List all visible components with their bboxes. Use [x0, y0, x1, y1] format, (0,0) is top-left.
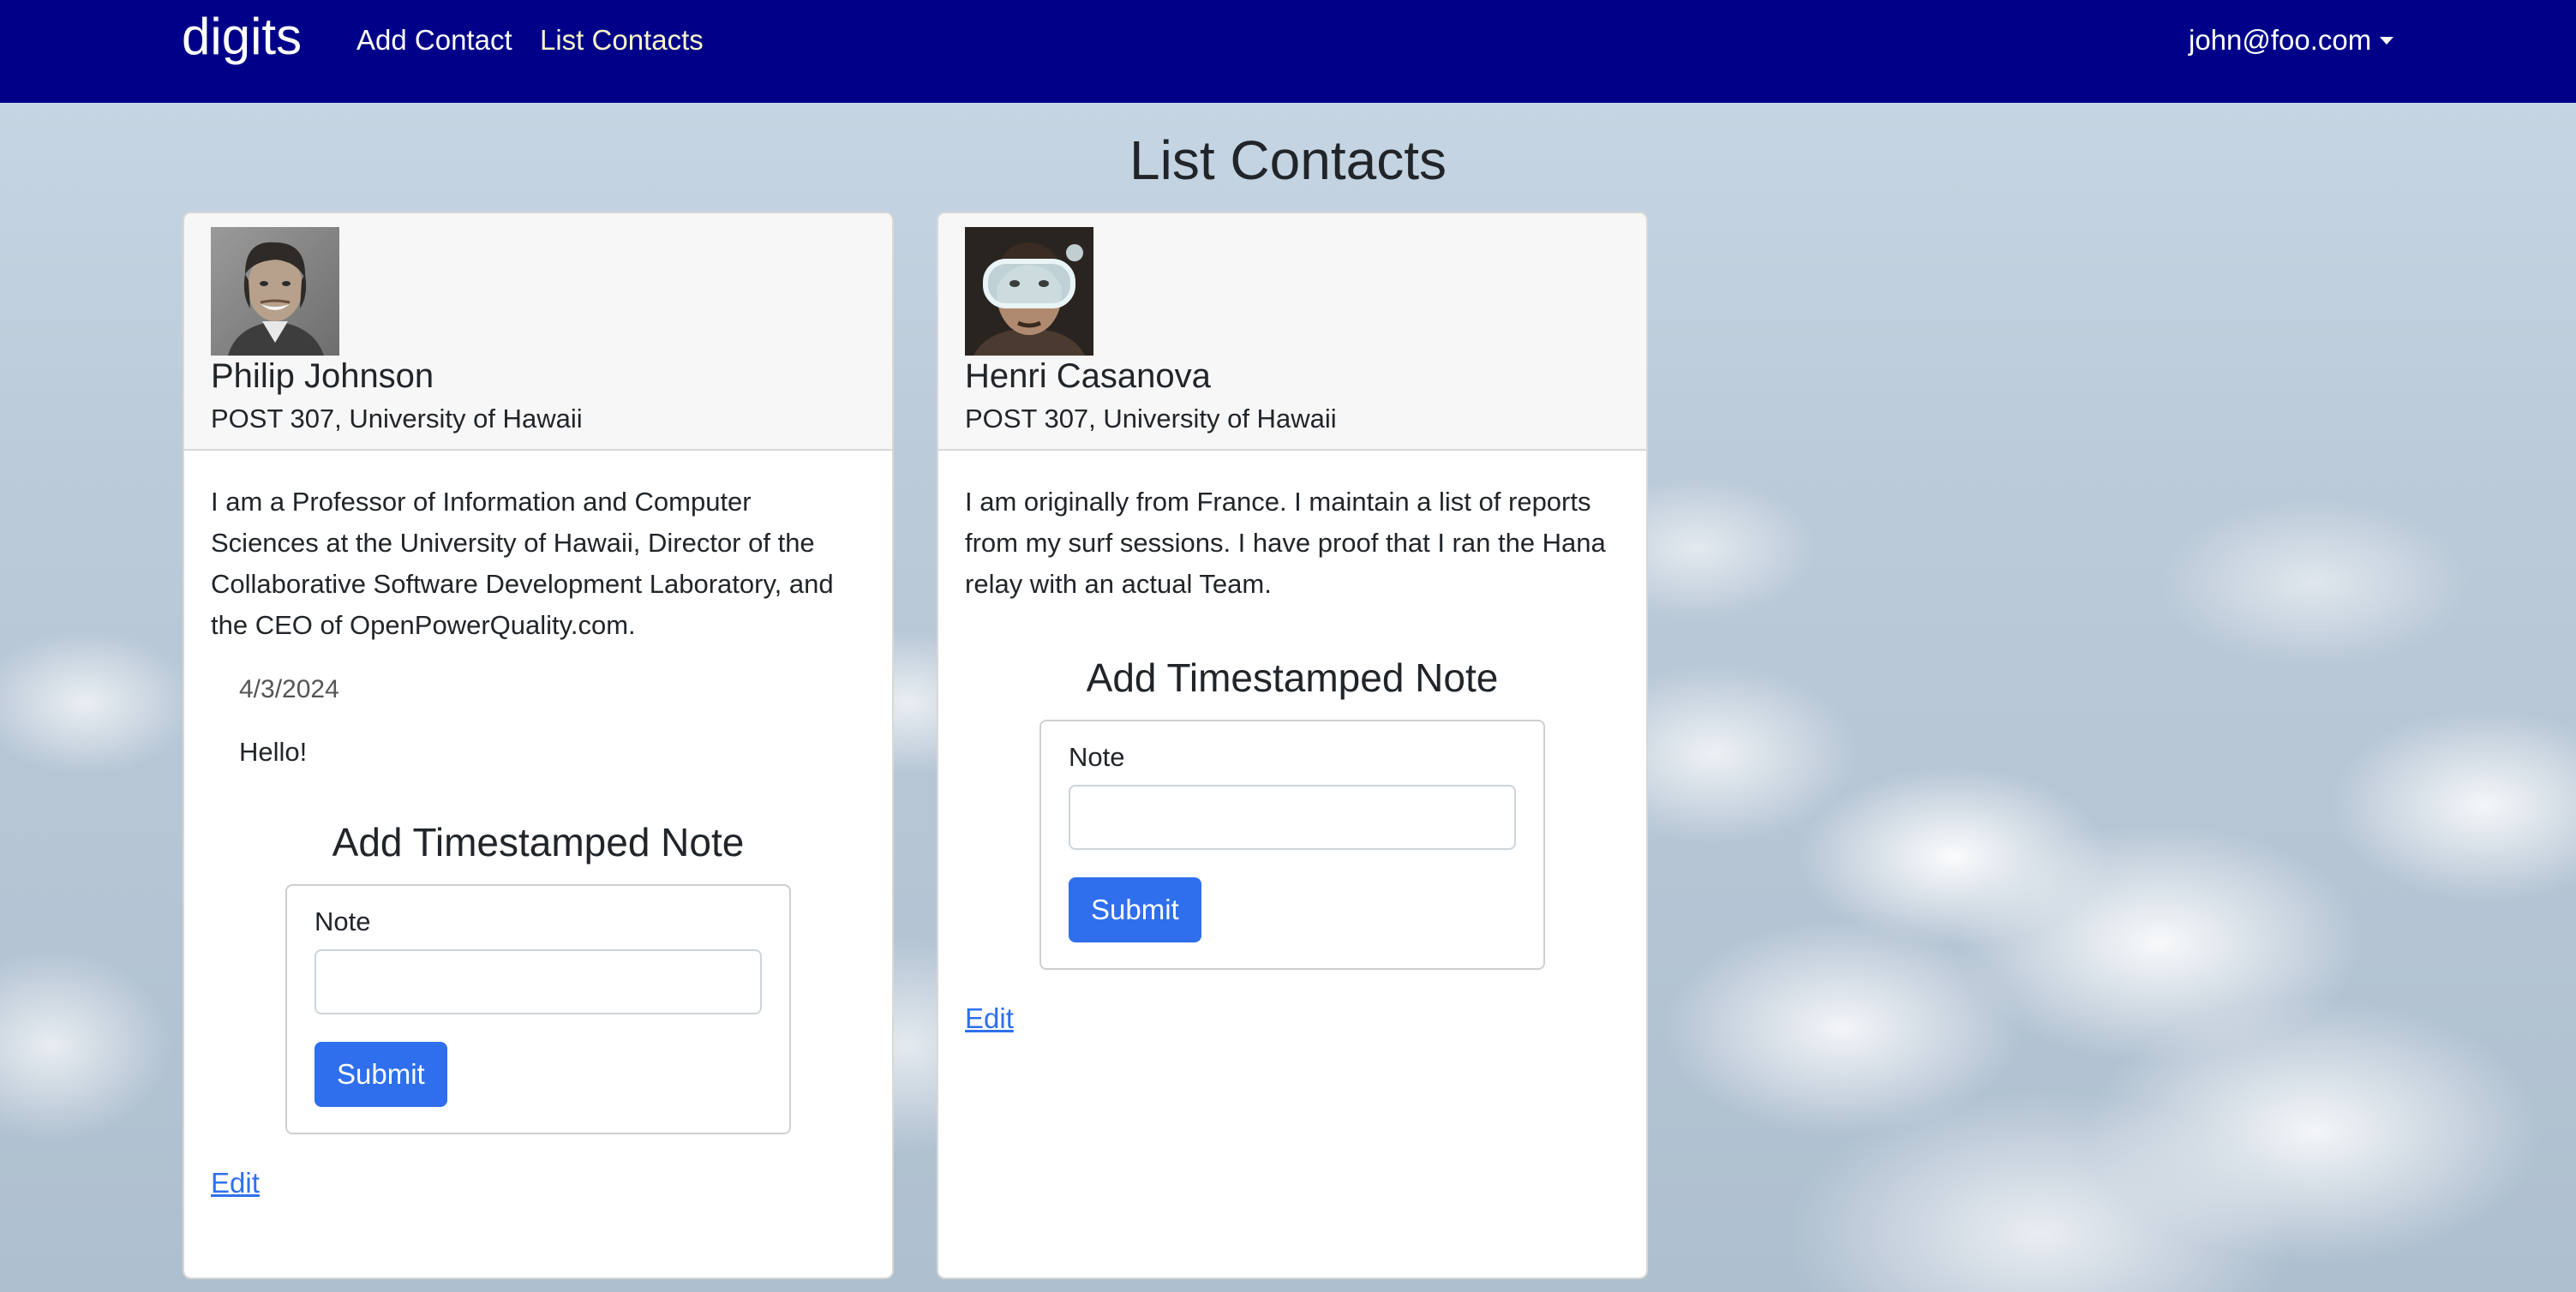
- contact-card-header: Henri Casanova POST 307, University of H…: [938, 213, 1646, 451]
- add-note-title: Add Timestamped Note: [332, 820, 745, 864]
- top-navbar: digits Add Contact List Contacts john@fo…: [0, 0, 2576, 103]
- add-note-form: Note Submit: [285, 884, 791, 1134]
- note-text: Hello!: [239, 737, 308, 767]
- nav-list-contacts[interactable]: List Contacts: [540, 24, 704, 57]
- contact-address: POST 307, University of Hawaii: [965, 404, 1337, 434]
- portrait-image: [211, 227, 339, 356]
- user-email: john@foo.com: [2189, 24, 2372, 56]
- nav-add-contact[interactable]: Add Contact: [356, 24, 512, 57]
- contact-card: Henri Casanova POST 307, University of H…: [937, 212, 1648, 1279]
- caret-down-icon: [2380, 36, 2394, 45]
- contact-name: Henri Casanova: [965, 357, 1211, 395]
- contact-description: I am a Professor of Information and Comp…: [211, 487, 834, 640]
- portrait-image: [965, 227, 1093, 356]
- edit-link[interactable]: Edit: [965, 1002, 1014, 1035]
- contact-card-body: I am a Professor of Information and Comp…: [184, 451, 892, 1199]
- note-label: Note: [315, 906, 371, 936]
- contact-card-body: I am originally from France. I maintain …: [938, 451, 1646, 1035]
- edit-link[interactable]: Edit: [211, 1167, 260, 1199]
- note-input[interactable]: [1069, 785, 1516, 850]
- contact-card: Philip Johnson POST 307, University of H…: [183, 212, 894, 1279]
- add-note-form: Note Submit: [1039, 720, 1545, 970]
- note-input[interactable]: [315, 949, 762, 1014]
- user-dropdown[interactable]: john@foo.com: [2189, 24, 2394, 57]
- note-item: 4/3/2024 Hello!: [239, 668, 866, 768]
- contact-description: I am originally from France. I maintain …: [965, 487, 1606, 599]
- page-title: List Contacts: [1129, 129, 1447, 191]
- submit-button[interactable]: Submit: [315, 1042, 447, 1107]
- note-label: Note: [1069, 742, 1125, 772]
- contact-avatar: [211, 227, 339, 356]
- contact-avatar: [965, 227, 1093, 356]
- brand-logo[interactable]: digits: [182, 7, 302, 66]
- note-date: 4/3/2024: [239, 675, 339, 703]
- contact-name: Philip Johnson: [211, 357, 434, 395]
- submit-button[interactable]: Submit: [1069, 877, 1201, 942]
- add-note-title: Add Timestamped Note: [1086, 655, 1499, 700]
- note-list: 4/3/2024 Hello!: [211, 668, 866, 768]
- contact-address: POST 307, University of Hawaii: [211, 404, 583, 434]
- contact-card-header: Philip Johnson POST 307, University of H…: [184, 213, 892, 451]
